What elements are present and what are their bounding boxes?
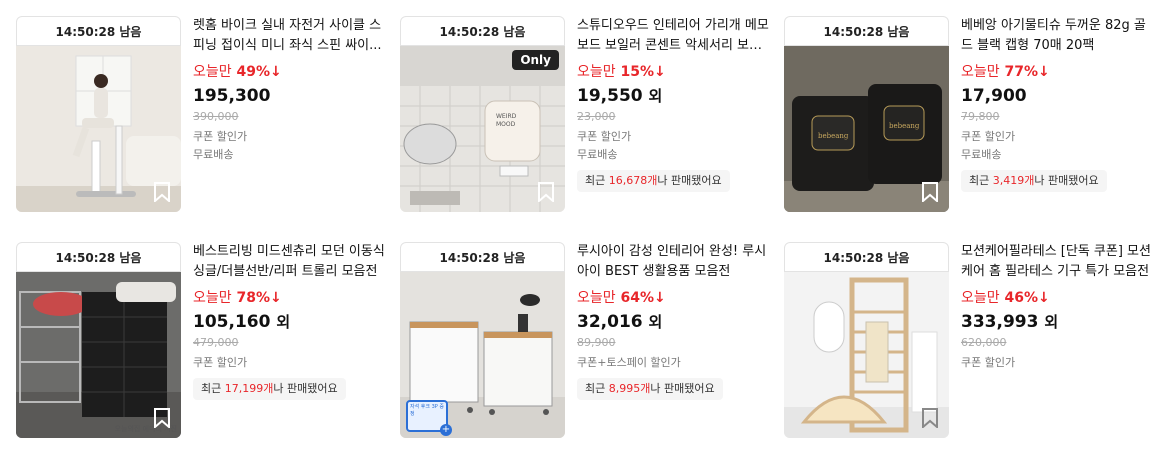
- original-price: 620,000: [961, 336, 1007, 349]
- original-price: 23,000: [577, 110, 616, 123]
- product-title[interactable]: 베베앙 아기물티슈 두꺼운 82g 골드 블랙 캡형 70매 20팩: [961, 16, 1153, 56]
- bookmark-icon[interactable]: [537, 182, 555, 202]
- product-image[interactable]: 14:50:28 남음 Only WEIRD MOOD: [400, 16, 565, 212]
- coupon-note: 쿠폰 할인가: [193, 130, 248, 143]
- product-card[interactable]: 14:50:28 남음 모션케어필라테스 [단독 쿠폰] 모션케어 홈 필라테스…: [784, 242, 1154, 438]
- bookmark-icon[interactable]: [153, 408, 171, 428]
- product-image[interactable]: 14:50:28 남음 오늘의집 에디터 서진: [16, 242, 181, 438]
- product-title[interactable]: 루시아이 감성 인테리어 완성! 루시아이 BEST 생활용품 모음전: [577, 242, 769, 282]
- product-title[interactable]: 모션케어필라테스 [단독 쿠폰] 모션케어 홈 필라테스 기구 특가 모음전: [961, 242, 1153, 282]
- shipping-note: 무료배송: [961, 148, 1002, 161]
- countdown-timer: 14:50:28 남음: [400, 242, 565, 272]
- sales-count-badge: 최근 17,199개나 판매됐어요: [193, 378, 346, 400]
- coupon-note: 쿠폰 할인가: [577, 130, 632, 143]
- product-title[interactable]: 렛홈 바이크 실내 자전거 사이클 스피닝 접이식 미니 좌식 스핀 싸이...: [193, 16, 385, 56]
- sales-count-badge: 최근 8,995개나 판매됐어요: [577, 378, 723, 400]
- original-price: 479,000: [193, 336, 239, 349]
- original-price: 89,900: [577, 336, 616, 349]
- sale-price: 195,300: [193, 86, 271, 106]
- shipping-note: 무료배송: [577, 148, 618, 161]
- discount-rate: 오늘만 77%↓: [961, 64, 1050, 80]
- product-card[interactable]: 14:50:28 남음 오늘의집 에디터 서진 베스트리빙 미드센츄리 모던 이…: [16, 242, 386, 438]
- original-price: 79,800: [961, 110, 1000, 123]
- plus-icon: +: [440, 424, 452, 436]
- sale-price: 17,900: [961, 86, 1027, 106]
- discount-rate: 오늘만 15%↓: [577, 64, 666, 80]
- product-image[interactable]: 14:50:28 남음 bebeang bebeang: [784, 16, 949, 212]
- coupon-note: 쿠폰+토스페이 할인가: [577, 356, 681, 369]
- countdown-timer: 14:50:28 남음: [16, 242, 181, 272]
- svg-text:bebeang: bebeang: [889, 122, 920, 130]
- coupon-note: 쿠폰 할인가: [961, 130, 1016, 143]
- bookmark-icon[interactable]: [153, 182, 171, 202]
- product-title[interactable]: 스튜디오우드 인테리어 가리개 메모보드 보일러 콘센트 악세서리 보관함: [577, 16, 769, 56]
- countdown-timer: 14:50:28 남음: [784, 242, 949, 272]
- discount-rate: 오늘만 46%↓: [961, 290, 1050, 306]
- discount-rate: 오늘만 49%↓: [193, 64, 282, 80]
- product-card[interactable]: 14:50:28 남음 Only WEIRD MOOD 스튜디오우드 인테리어 …: [400, 16, 770, 212]
- product-card[interactable]: 14:50:28 남음 bebeang bebeang 베베앙 아기물티슈 두꺼…: [784, 16, 1154, 212]
- bookmark-icon[interactable]: [921, 408, 939, 428]
- bookmark-icon[interactable]: [921, 182, 939, 202]
- sale-price: 19,550 외: [577, 86, 663, 106]
- sales-count-badge: 최근 3,419개나 판매됐어요: [961, 170, 1107, 192]
- countdown-timer: 14:50:28 남음: [400, 16, 565, 46]
- original-price: 390,000: [193, 110, 239, 123]
- sale-price: 32,016 외: [577, 312, 663, 332]
- sale-price: 333,993 외: [961, 312, 1059, 332]
- product-title[interactable]: 베스트리빙 미드센츄리 모던 이동식 싱글/더블선반/리퍼 트롤리 모음전: [193, 242, 385, 282]
- svg-text:WEIRD: WEIRD: [496, 113, 517, 120]
- sales-count-badge: 최근 16,678개나 판매됐어요: [577, 170, 730, 192]
- countdown-timer: 14:50:28 남음: [784, 16, 949, 46]
- product-card[interactable]: 14:50:28 남음 자석 후크 3P 증정 + 루시아이 감성 인테리어 완…: [400, 242, 770, 438]
- shipping-note: 무료배송: [193, 148, 234, 161]
- coupon-note: 쿠폰 할인가: [961, 356, 1016, 369]
- product-image[interactable]: 14:50:28 남음: [16, 16, 181, 212]
- coupon-note: 쿠폰 할인가: [193, 356, 248, 369]
- sale-price: 105,160 외: [193, 312, 291, 332]
- discount-rate: 오늘만 78%↓: [193, 290, 282, 306]
- promo-tag: 자석 후크 3P 증정 +: [406, 400, 452, 436]
- countdown-timer: 14:50:28 남음: [16, 16, 181, 46]
- product-image[interactable]: 14:50:28 남음: [784, 242, 949, 438]
- product-image[interactable]: 14:50:28 남음 자석 후크 3P 증정 +: [400, 242, 565, 438]
- product-card[interactable]: 14:50:28 남음 렛홈 바이크 실내 자전거 사이클 스피닝 접이식 미니…: [16, 16, 386, 212]
- only-badge: Only: [512, 50, 559, 70]
- svg-text:bebeang: bebeang: [818, 132, 849, 140]
- discount-rate: 오늘만 64%↓: [577, 290, 666, 306]
- svg-text:MOOD: MOOD: [496, 121, 516, 128]
